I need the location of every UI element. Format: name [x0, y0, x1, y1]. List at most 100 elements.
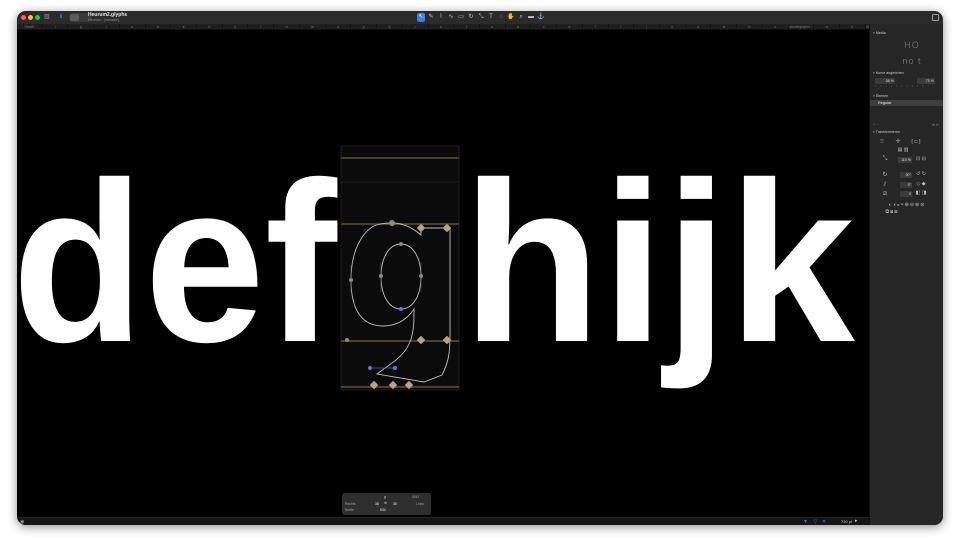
glyph-tab[interactable]: h [197, 24, 223, 29]
boolean-ops-icons[interactable]: ◐◑◒◓⊕⊖⊗⊘ [878, 202, 936, 209]
node[interactable] [379, 274, 383, 278]
rotate-icon[interactable]: ↻ [467, 13, 475, 22]
glyph-tab[interactable]: b [840, 24, 866, 29]
glyph-tab[interactable]: o [686, 24, 712, 29]
section-curve[interactable]: Kurve angleichen [873, 71, 904, 75]
node-selected[interactable] [393, 366, 397, 370]
close-window-button[interactable] [21, 15, 26, 20]
glyph-tab[interactable]: k [223, 24, 249, 29]
anchor-icon[interactable]: ⚓ [537, 13, 545, 22]
arrow-icon[interactable]: ↖ [417, 13, 425, 22]
sidebar-icon[interactable]: ▥ [44, 14, 50, 20]
info-icon[interactable]: ℹ [56, 13, 66, 22]
node-selected[interactable] [368, 366, 372, 370]
scale-input[interactable]: 110 % [898, 157, 912, 163]
scale-icon[interactable]: ⤡ [881, 156, 889, 163]
origin-icon[interactable]: ✛ [894, 139, 902, 146]
rotate-icon[interactable]: ↻ [881, 172, 889, 179]
rectangle-icon[interactable]: ▭ [457, 13, 465, 22]
maximize-window-button[interactable] [35, 15, 40, 20]
skew-input[interactable]: 0 [900, 191, 912, 197]
preview-eye-icon[interactable]: ◉ [20, 519, 24, 525]
left-sidebearing-field[interactable]: 38 [375, 502, 379, 506]
node[interactable] [345, 338, 349, 342]
link-icon[interactable]: ⊕ [384, 501, 387, 505]
glyph-tab[interactable]: q [377, 24, 403, 29]
unicode-field[interactable]: 0067 [412, 495, 420, 499]
slant-input[interactable]: 5° [900, 182, 912, 188]
edit-canvas[interactable]: def hijklm [17, 30, 869, 517]
section-media[interactable]: Media [873, 31, 886, 35]
skew-icon[interactable]: ⧄ [881, 191, 889, 198]
rotate-input[interactable]: 90° [900, 172, 912, 178]
curve-icon[interactable]: ∿ [447, 13, 455, 22]
right-sidebearing-field[interactable]: 35 [393, 502, 397, 506]
text-icon[interactable]: T [487, 13, 495, 22]
path-ops-icons[interactable]: ⧉⧈⧇ [878, 209, 906, 216]
glyph-tab[interactable]: c [531, 24, 558, 29]
glyph-tab[interactable]: c [763, 24, 789, 29]
layer-options-icon[interactable]: ⊕ ⊖ [932, 123, 939, 127]
panel-toggle-icon[interactable] [932, 14, 939, 21]
slant-buttons[interactable]: ◇ ◆ [914, 181, 928, 188]
right-sidebearing-label: Links [416, 502, 424, 506]
glyph-tab[interactable]: b [146, 24, 172, 29]
knife-icon[interactable]: ⌇ [437, 13, 445, 22]
glyph-tab[interactable]: a [506, 24, 532, 29]
glyph-tab[interactable]: e [557, 24, 583, 29]
speech-bubble-icon[interactable]: ◌ [497, 13, 505, 22]
zoom-value[interactable]: 730 pt [841, 519, 852, 524]
align-icons[interactable]: ▤ ▥ [895, 147, 911, 154]
hand-icon[interactable]: ✋ [507, 13, 515, 22]
grid-view-icon[interactable] [70, 14, 79, 21]
add-layer-button[interactable]: + − [873, 123, 878, 127]
glyph-tab[interactable]: l [634, 24, 660, 29]
glyph-tab[interactable]: n [274, 24, 300, 29]
zoom-stepper-icon[interactable]: ▸ [855, 518, 858, 524]
glyph-tab[interactable]: l [248, 24, 275, 29]
glyph-tab[interactable]: i [94, 24, 120, 29]
node[interactable] [389, 220, 395, 226]
node-selected[interactable] [399, 307, 403, 311]
rotate-buttons[interactable]: ↺ ↻ [914, 171, 928, 178]
pen-icon[interactable]: ✎ [427, 13, 435, 22]
baseline-zone [341, 340, 459, 342]
glyph-tab[interactable]: i [609, 24, 635, 29]
glyph-tab[interactable]: a [711, 24, 738, 29]
ruler-icon[interactable]: ▬ [527, 13, 535, 22]
glyph-tab[interactable]: u [480, 24, 506, 29]
glyph-tab[interactable]: r [403, 24, 429, 29]
glyph-tab[interactable]: m [300, 24, 326, 29]
minimize-window-button[interactable] [28, 15, 33, 20]
section-transform[interactable]: Transformieren [873, 130, 900, 134]
glyph-tab[interactable]: s [429, 24, 455, 29]
glyph-tab[interactable]: f [583, 24, 609, 29]
magnifier-icon[interactable]: ⌕ [517, 13, 525, 22]
glyph-name-field[interactable]: g [384, 495, 386, 499]
glyph-tab[interactable]: abcdefghijklm... [789, 24, 815, 29]
glyph-tab[interactable]: e [171, 24, 198, 29]
glyph-tab[interactable]: c [120, 24, 146, 29]
glyph-tab[interactable]: n [660, 24, 686, 29]
glyph-tab[interactable]: t [454, 24, 480, 29]
scale-buttons[interactable]: ⊡ ⊟ [914, 156, 928, 163]
align-grid-icon[interactable]: ⁝⁝ [878, 139, 886, 146]
skew-buttons[interactable]: ◧ ◨ [914, 190, 928, 197]
glyph-tab[interactable]: a [814, 24, 840, 29]
glyph-tab[interactable]: o [326, 24, 352, 29]
node[interactable] [349, 278, 353, 282]
glyph-tab[interactable]: p [351, 24, 378, 29]
slant-icon[interactable]: ⫽ [881, 182, 889, 189]
master-regular[interactable]: Regular [870, 100, 943, 106]
node[interactable] [399, 242, 403, 246]
distribute-icons[interactable]: ⟦⊂⟧ [906, 139, 926, 146]
node[interactable] [419, 274, 423, 278]
glyph-tab[interactable]: Schrift [17, 24, 43, 29]
display-toggle-icons[interactable]: ▼ ▽ ⌗ [803, 519, 827, 525]
glyph-tab[interactable]: b [737, 24, 763, 29]
glyph-tab[interactable]: g [68, 24, 95, 29]
glyph-tab[interactable]: i [43, 24, 69, 29]
width-field[interactable]: 534 [380, 508, 386, 512]
section-masters[interactable]: Ebenen [873, 94, 888, 98]
scale-icon[interactable]: ⤡ [477, 13, 485, 22]
